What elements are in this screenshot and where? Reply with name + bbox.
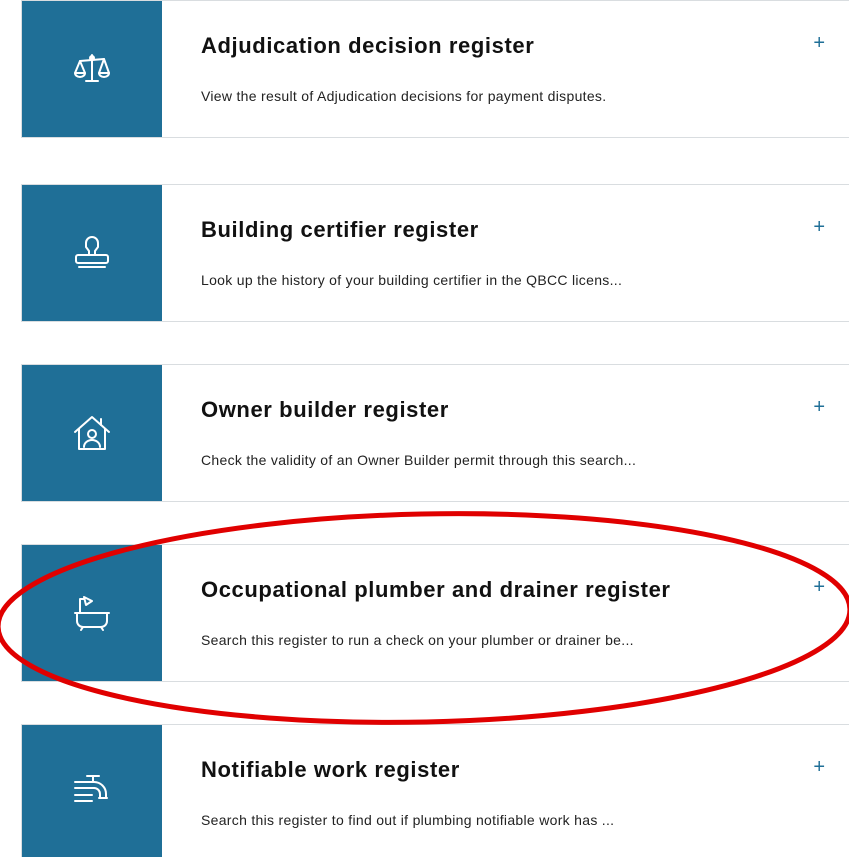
card-icon-box	[22, 1, 162, 137]
expand-plus-icon[interactable]: +	[813, 217, 825, 237]
card-icon-box	[22, 725, 162, 857]
card-owner-builder-register[interactable]: Owner builder register Check the validit…	[21, 364, 849, 502]
house-person-icon	[74, 416, 110, 450]
card-body: Occupational plumber and drainer registe…	[162, 545, 849, 681]
card-description: Look up the history of your building cer…	[201, 272, 623, 288]
card-building-certifier-register[interactable]: Building certifier register Look up the …	[21, 184, 849, 322]
card-title[interactable]: Building certifier register	[201, 217, 479, 243]
card-body: Notifiable work register Search this reg…	[162, 725, 849, 857]
expand-plus-icon[interactable]: +	[813, 33, 825, 53]
tap-icon	[74, 775, 108, 802]
card-description: Search this register to run a check on y…	[201, 632, 634, 648]
card-occupational-plumber-and-drainer-register[interactable]: Occupational plumber and drainer registe…	[21, 544, 849, 682]
card-title[interactable]: Occupational plumber and drainer registe…	[201, 577, 671, 603]
expand-plus-icon[interactable]: +	[813, 577, 825, 597]
card-notifiable-work-register[interactable]: Notifiable work register Search this reg…	[21, 724, 849, 857]
card-description: Search this register to find out if plum…	[201, 812, 615, 828]
card-title[interactable]: Notifiable work register	[201, 757, 460, 783]
card-description: Check the validity of an Owner Builder p…	[201, 452, 637, 468]
register-list-page: Adjudication decision register View the …	[0, 0, 849, 857]
card-title[interactable]: Adjudication decision register	[201, 33, 534, 59]
expand-plus-icon[interactable]: +	[813, 757, 825, 777]
card-body: Adjudication decision register View the …	[162, 1, 849, 137]
stamp-icon	[75, 236, 109, 268]
scales-icon	[74, 54, 110, 82]
card-description: View the result of Adjudication decision…	[201, 88, 607, 104]
card-title[interactable]: Owner builder register	[201, 397, 449, 423]
card-adjudication-decision-register[interactable]: Adjudication decision register View the …	[21, 0, 849, 138]
card-icon-box	[22, 365, 162, 501]
card-icon-box	[22, 185, 162, 321]
card-body: Building certifier register Look up the …	[162, 185, 849, 321]
card-body: Owner builder register Check the validit…	[162, 365, 849, 501]
card-icon-box	[22, 545, 162, 681]
expand-plus-icon[interactable]: +	[813, 397, 825, 417]
bathtub-icon	[74, 596, 110, 631]
